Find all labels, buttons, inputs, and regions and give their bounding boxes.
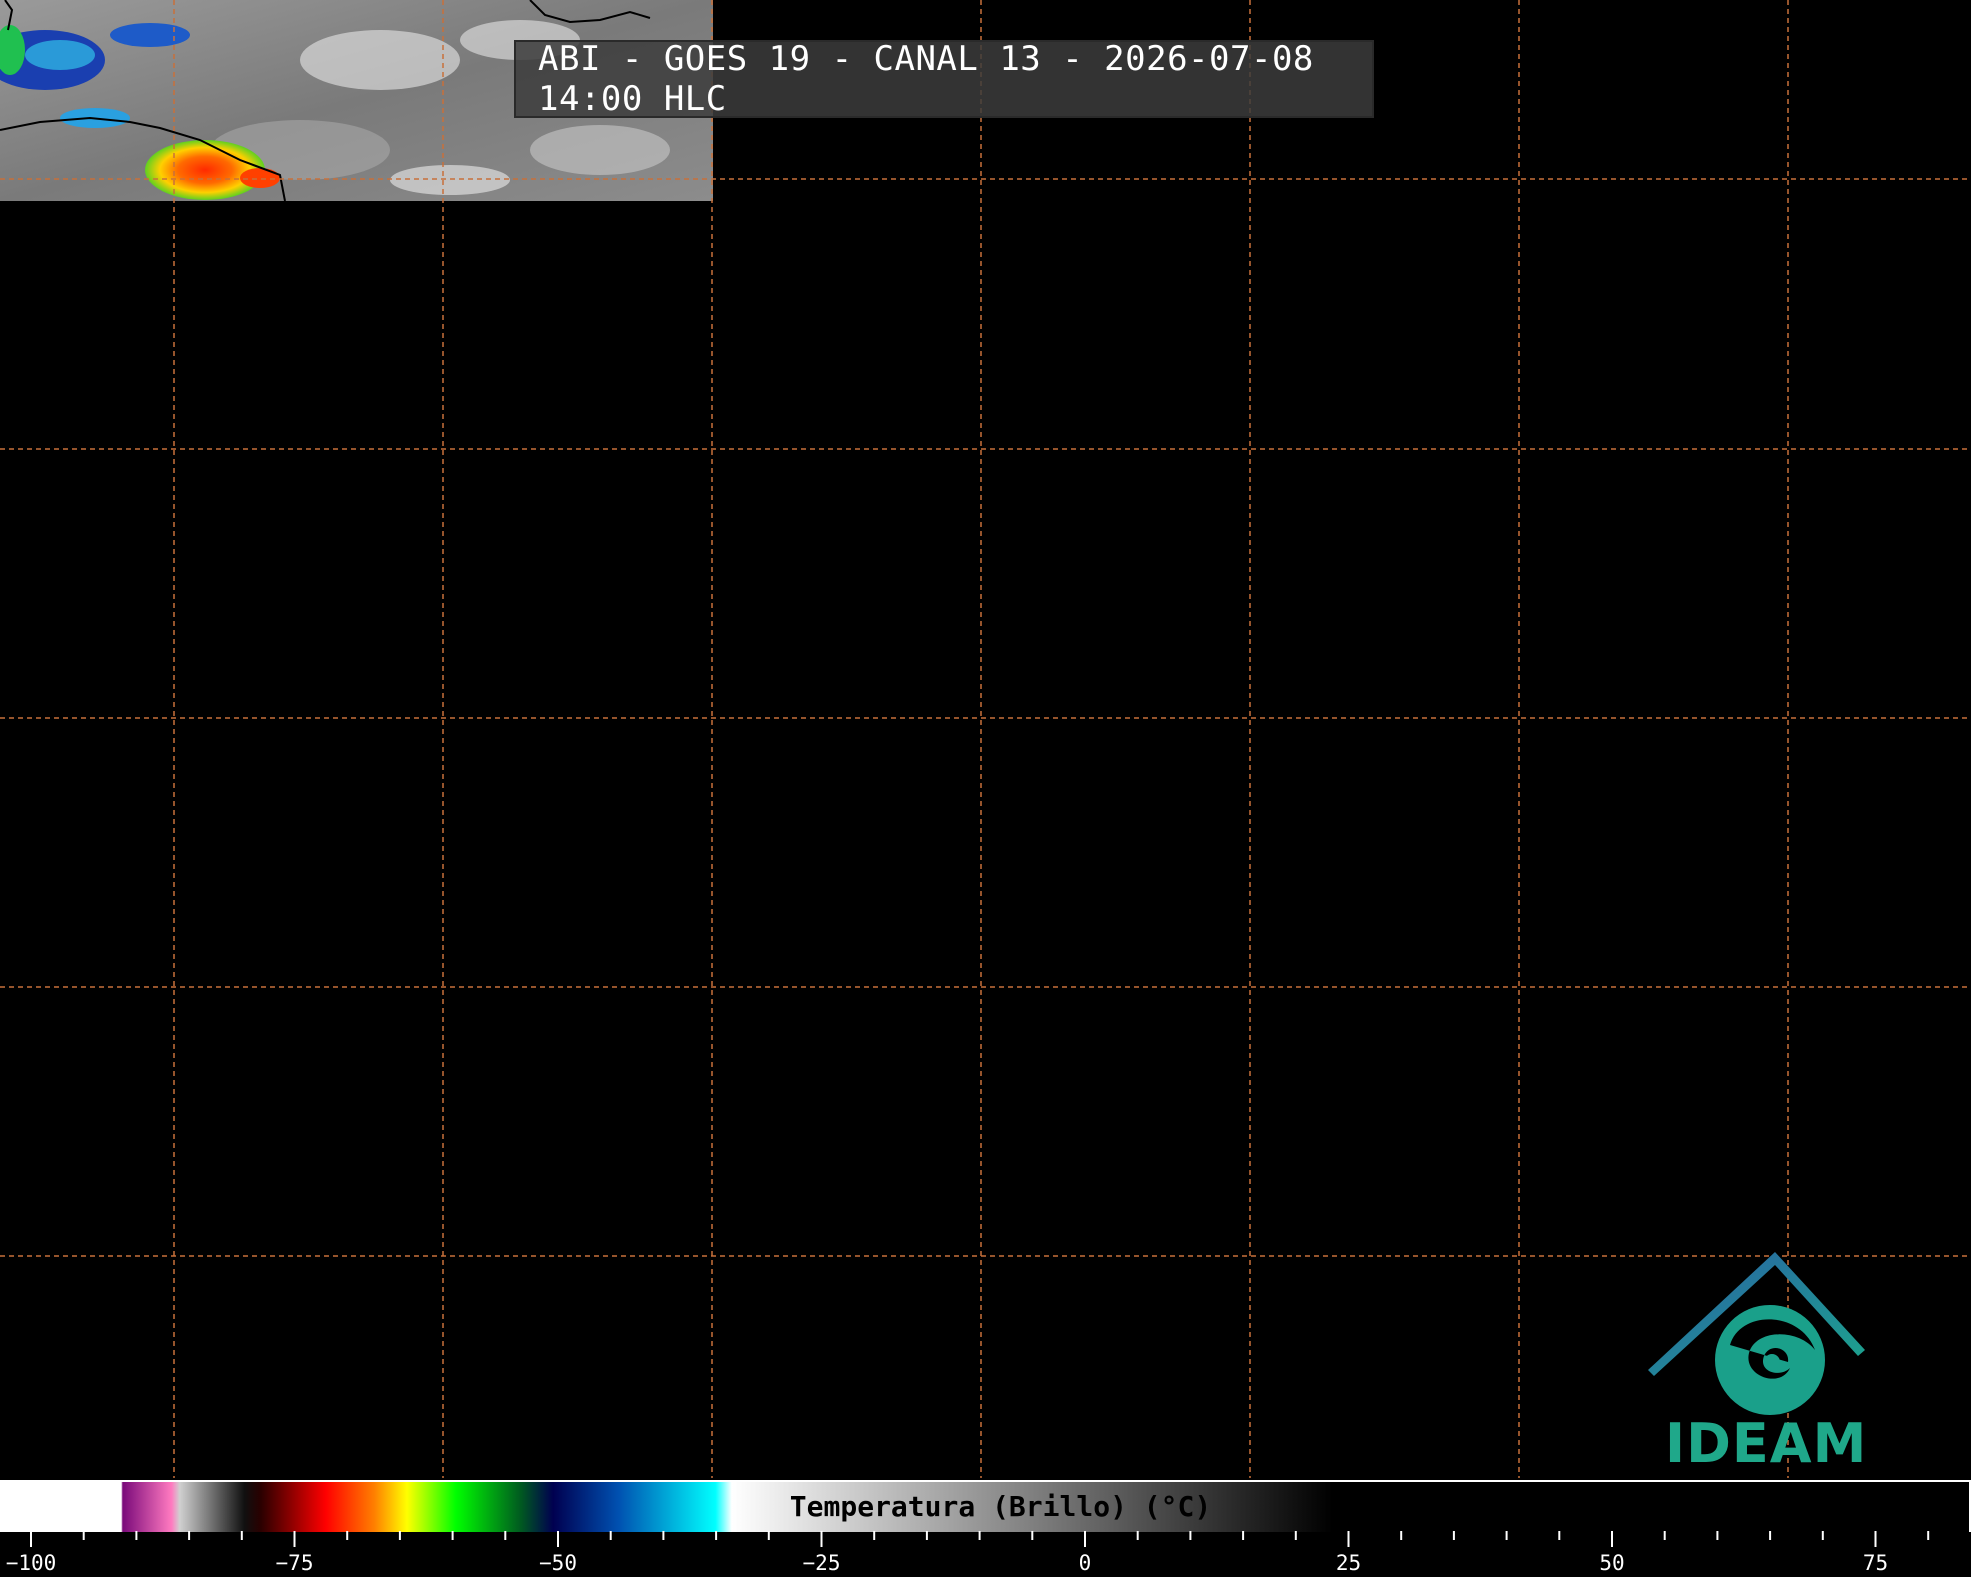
image-title: ABI - GOES 19 - CANAL 13 - 2026-07-08 14… (514, 39, 1374, 119)
tick-label: 0 (1078, 1551, 1092, 1575)
colorbar-label: Temperatura (Brillo) (°C) (789, 1490, 1212, 1523)
tick-label: 75 (1862, 1551, 1889, 1575)
logo-text: IDEAM (1665, 1412, 1868, 1475)
tick-label: −50 (539, 1551, 577, 1575)
tick-label: 25 (1335, 1551, 1362, 1575)
tick-label: −25 (802, 1551, 841, 1575)
tick-label: −100 (5, 1551, 57, 1575)
colorbar-ticks (30, 1531, 1930, 1547)
tick-label: 50 (1599, 1551, 1625, 1575)
tick-label: −75 (275, 1551, 314, 1575)
